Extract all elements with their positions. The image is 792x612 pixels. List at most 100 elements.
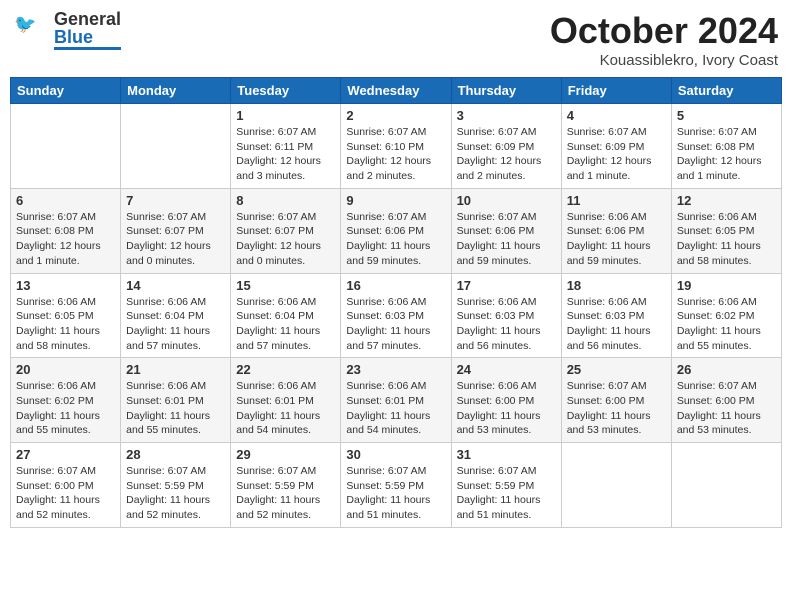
- calendar-cell: 16 Sunrise: 6:06 AM Sunset: 6:03 PM Dayli…: [341, 273, 451, 358]
- calendar-cell-info: Sunrise: 6:07 AM Sunset: 6:06 PM Dayligh…: [457, 210, 556, 269]
- calendar-cell-info: Sunrise: 6:06 AM Sunset: 6:02 PM Dayligh…: [16, 379, 115, 438]
- calendar-cell: [11, 104, 121, 189]
- calendar-week-row: 6 Sunrise: 6:07 AM Sunset: 6:08 PM Daylig…: [11, 188, 782, 273]
- title-section: October 2024 Kouassiblekro, Ivory Coast: [550, 10, 778, 69]
- calendar-day-number: 1: [236, 108, 335, 123]
- calendar-day-number: 18: [567, 278, 666, 293]
- calendar-cell: 6 Sunrise: 6:07 AM Sunset: 6:08 PM Daylig…: [11, 188, 121, 273]
- calendar-cell: 3Sunrise: 6:07 AM Sunset: 6:09 PM Daylig…: [451, 104, 561, 189]
- calendar-cell: 8 Sunrise: 6:07 AM Sunset: 6:07 PM Daylig…: [231, 188, 341, 273]
- calendar-cell-info: Sunrise: 6:06 AM Sunset: 6:05 PM Dayligh…: [16, 295, 115, 354]
- calendar-day-number: 23: [346, 362, 445, 377]
- calendar-cell-info: Sunrise: 6:06 AM Sunset: 6:00 PM Dayligh…: [457, 379, 556, 438]
- calendar-cell: [121, 104, 231, 189]
- page-subtitle: Kouassiblekro, Ivory Coast: [550, 52, 778, 69]
- calendar-week-row: 13 Sunrise: 6:06 AM Sunset: 6:05 PM Dayli…: [11, 273, 782, 358]
- calendar-cell: 10 Sunrise: 6:07 AM Sunset: 6:06 PM Dayli…: [451, 188, 561, 273]
- calendar-cell: 22Sunrise: 6:06 AM Sunset: 6:01 PM Dayli…: [231, 358, 341, 443]
- calendar-cell: 5 Sunrise: 6:07 AM Sunset: 6:08 PM Daylig…: [671, 104, 781, 189]
- calendar-cell-info: Sunrise: 6:07 AM Sunset: 6:07 PM Dayligh…: [126, 210, 225, 269]
- calendar-cell-info: Sunrise: 6:06 AM Sunset: 6:03 PM Dayligh…: [457, 295, 556, 354]
- calendar-cell: [671, 443, 781, 528]
- calendar-cell: 13 Sunrise: 6:06 AM Sunset: 6:05 PM Dayli…: [11, 273, 121, 358]
- calendar-day-number: 8: [236, 193, 335, 208]
- calendar-table: SundayMondayTuesdayWednesdayThursdayFrid…: [10, 77, 782, 528]
- calendar-day-number: 21: [126, 362, 225, 377]
- calendar-day-number: 29: [236, 447, 335, 462]
- calendar-day-number: 13: [16, 278, 115, 293]
- calendar-day-number: 16: [346, 278, 445, 293]
- calendar-week-row: 20 Sunrise: 6:06 AM Sunset: 6:02 PM Dayli…: [11, 358, 782, 443]
- logo-underline: [54, 47, 121, 50]
- calendar-day-header: Tuesday: [231, 78, 341, 104]
- calendar-cell: 17 Sunrise: 6:06 AM Sunset: 6:03 PM Dayli…: [451, 273, 561, 358]
- calendar-day-number: 19: [677, 278, 776, 293]
- calendar-day-header: Saturday: [671, 78, 781, 104]
- calendar-cell-info: Sunrise: 6:07 AM Sunset: 6:07 PM Dayligh…: [236, 210, 335, 269]
- logo: 🐦 General Blue: [14, 10, 121, 50]
- logo-general-text: General: [54, 10, 121, 28]
- svg-text:🐦: 🐦: [14, 14, 36, 34]
- calendar-cell: 11 Sunrise: 6:06 AM Sunset: 6:06 PM Dayli…: [561, 188, 671, 273]
- logo-blue-text: Blue: [54, 28, 121, 46]
- calendar-cell-info: Sunrise: 6:06 AM Sunset: 6:04 PM Dayligh…: [126, 295, 225, 354]
- logo-words: General Blue: [54, 10, 121, 50]
- calendar-day-number: 15: [236, 278, 335, 293]
- header: 🐦 General Blue October 2024 Kouassiblekr…: [10, 10, 782, 69]
- calendar-day-header: Wednesday: [341, 78, 451, 104]
- calendar-cell-info: Sunrise: 6:06 AM Sunset: 6:03 PM Dayligh…: [346, 295, 445, 354]
- calendar-cell-info: Sunrise: 6:07 AM Sunset: 6:08 PM Dayligh…: [16, 210, 115, 269]
- calendar-cell-info: Sunrise: 6:07 AM Sunset: 6:09 PM Dayligh…: [567, 125, 666, 184]
- calendar-day-number: 11: [567, 193, 666, 208]
- calendar-cell: 7 Sunrise: 6:07 AM Sunset: 6:07 PM Daylig…: [121, 188, 231, 273]
- calendar-cell: 4Sunrise: 6:07 AM Sunset: 6:09 PM Daylig…: [561, 104, 671, 189]
- calendar-cell-info: Sunrise: 6:07 AM Sunset: 5:59 PM Dayligh…: [126, 464, 225, 523]
- logo-icon: 🐦: [14, 12, 50, 48]
- calendar-cell: 2Sunrise: 6:07 AM Sunset: 6:10 PM Daylig…: [341, 104, 451, 189]
- calendar-day-header: Monday: [121, 78, 231, 104]
- calendar-cell: 12Sunrise: 6:06 AM Sunset: 6:05 PM Dayli…: [671, 188, 781, 273]
- calendar-day-number: 12: [677, 193, 776, 208]
- calendar-day-number: 25: [567, 362, 666, 377]
- calendar-cell-info: Sunrise: 6:06 AM Sunset: 6:01 PM Dayligh…: [126, 379, 225, 438]
- calendar-cell-info: Sunrise: 6:07 AM Sunset: 5:59 PM Dayligh…: [346, 464, 445, 523]
- calendar-cell-info: Sunrise: 6:07 AM Sunset: 6:08 PM Dayligh…: [677, 125, 776, 184]
- calendar-cell: 23Sunrise: 6:06 AM Sunset: 6:01 PM Dayli…: [341, 358, 451, 443]
- calendar-day-header: Sunday: [11, 78, 121, 104]
- calendar-header-row: SundayMondayTuesdayWednesdayThursdayFrid…: [11, 78, 782, 104]
- calendar-cell: 27Sunrise: 6:07 AM Sunset: 6:00 PM Dayli…: [11, 443, 121, 528]
- calendar-cell-info: Sunrise: 6:06 AM Sunset: 6:04 PM Dayligh…: [236, 295, 335, 354]
- calendar-week-row: 1Sunrise: 6:07 AM Sunset: 6:11 PM Daylig…: [11, 104, 782, 189]
- calendar-day-number: 31: [457, 447, 556, 462]
- calendar-cell: 24Sunrise: 6:06 AM Sunset: 6:00 PM Dayli…: [451, 358, 561, 443]
- page-title: October 2024: [550, 10, 778, 52]
- calendar-cell: 26Sunrise: 6:07 AM Sunset: 6:00 PM Dayli…: [671, 358, 781, 443]
- calendar-day-number: 7: [126, 193, 225, 208]
- calendar-day-header: Thursday: [451, 78, 561, 104]
- calendar-week-row: 27Sunrise: 6:07 AM Sunset: 6:00 PM Dayli…: [11, 443, 782, 528]
- calendar-day-number: 17: [457, 278, 556, 293]
- calendar-cell: 1Sunrise: 6:07 AM Sunset: 6:11 PM Daylig…: [231, 104, 341, 189]
- calendar-day-number: 30: [346, 447, 445, 462]
- calendar-cell: 9Sunrise: 6:07 AM Sunset: 6:06 PM Daylig…: [341, 188, 451, 273]
- calendar-cell: 14 Sunrise: 6:06 AM Sunset: 6:04 PM Dayli…: [121, 273, 231, 358]
- calendar-day-number: 20: [16, 362, 115, 377]
- calendar-cell-info: Sunrise: 6:06 AM Sunset: 6:01 PM Dayligh…: [236, 379, 335, 438]
- calendar-cell-info: Sunrise: 6:07 AM Sunset: 6:09 PM Dayligh…: [457, 125, 556, 184]
- calendar-day-number: 6: [16, 193, 115, 208]
- calendar-cell: 28Sunrise: 6:07 AM Sunset: 5:59 PM Dayli…: [121, 443, 231, 528]
- calendar-cell-info: Sunrise: 6:07 AM Sunset: 6:00 PM Dayligh…: [677, 379, 776, 438]
- calendar-day-number: 14: [126, 278, 225, 293]
- calendar-day-number: 10: [457, 193, 556, 208]
- calendar-day-header: Friday: [561, 78, 671, 104]
- calendar-day-number: 5: [677, 108, 776, 123]
- calendar-cell-info: Sunrise: 6:06 AM Sunset: 6:06 PM Dayligh…: [567, 210, 666, 269]
- calendar-cell: 15 Sunrise: 6:06 AM Sunset: 6:04 PM Dayli…: [231, 273, 341, 358]
- calendar-cell: 29Sunrise: 6:07 AM Sunset: 5:59 PM Dayli…: [231, 443, 341, 528]
- calendar-cell: 20 Sunrise: 6:06 AM Sunset: 6:02 PM Dayli…: [11, 358, 121, 443]
- calendar-cell-info: Sunrise: 6:07 AM Sunset: 6:06 PM Dayligh…: [346, 210, 445, 269]
- calendar-cell-info: Sunrise: 6:07 AM Sunset: 5:59 PM Dayligh…: [457, 464, 556, 523]
- calendar-header: SundayMondayTuesdayWednesdayThursdayFrid…: [11, 78, 782, 104]
- calendar-cell: 30 Sunrise: 6:07 AM Sunset: 5:59 PM Dayli…: [341, 443, 451, 528]
- calendar-cell-info: Sunrise: 6:07 AM Sunset: 6:10 PM Dayligh…: [346, 125, 445, 184]
